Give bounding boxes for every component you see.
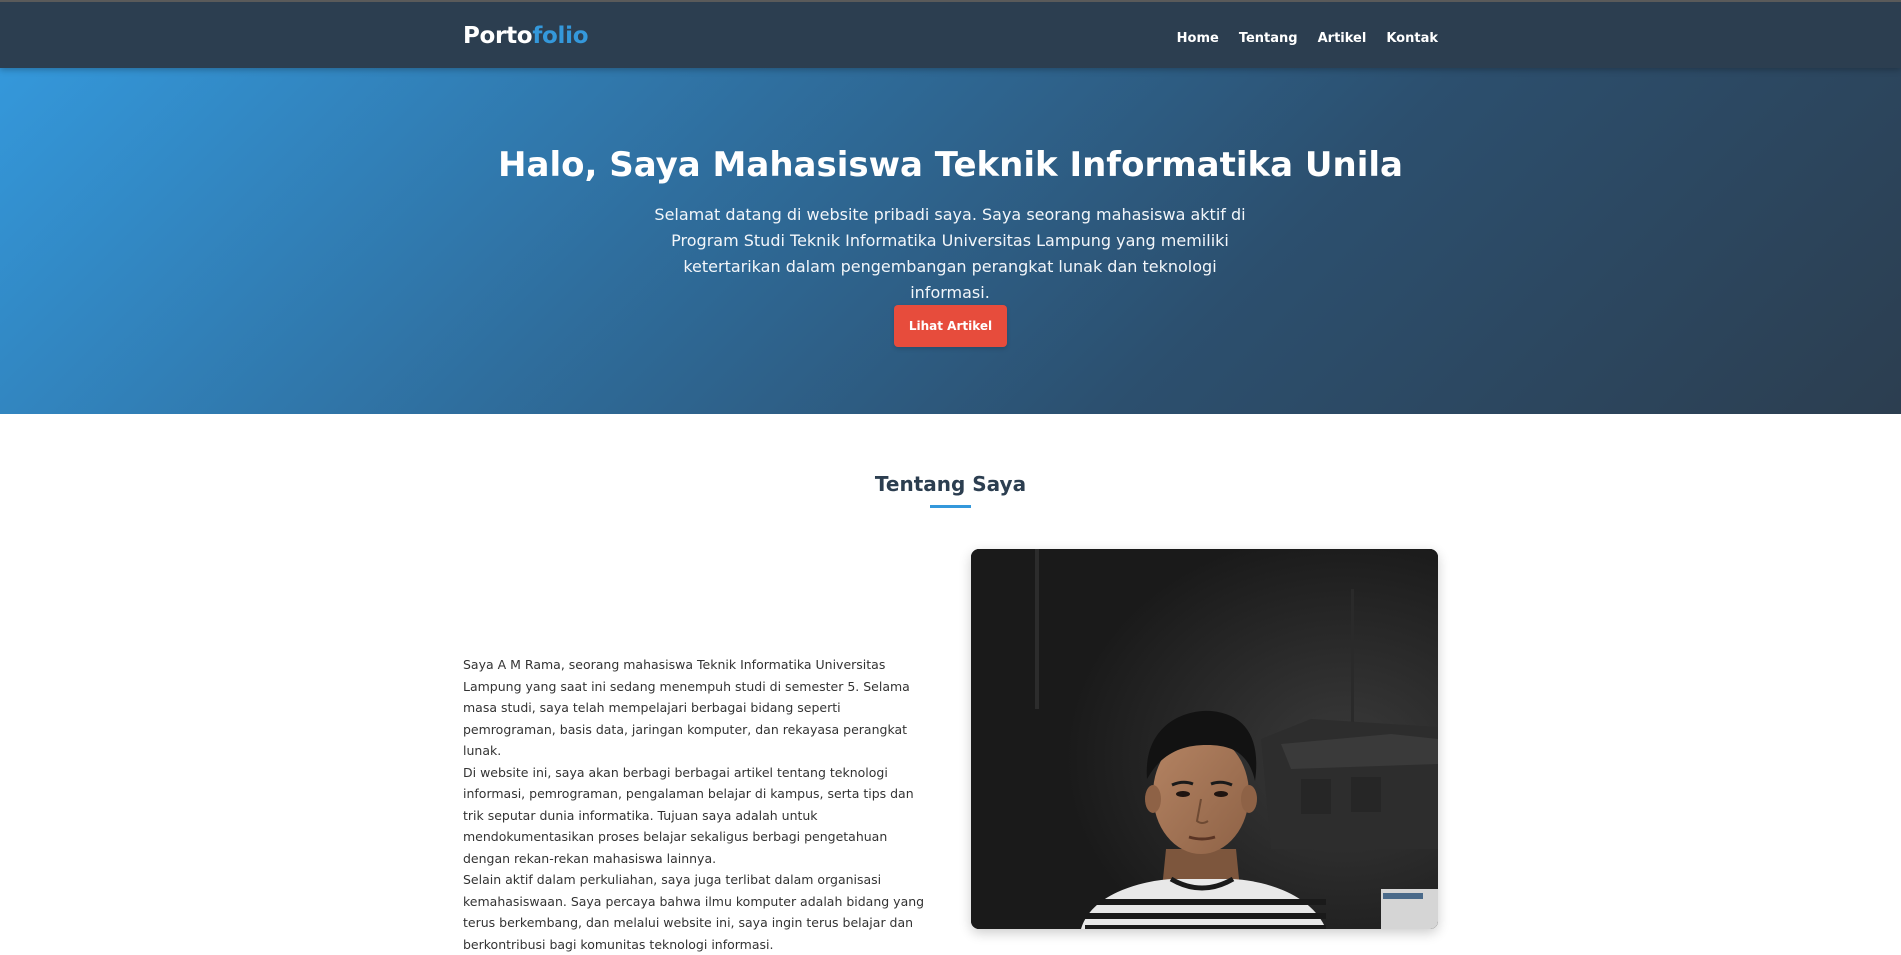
navbar-container: Portofolio Home Tentang Artikel Kontak	[463, 2, 1438, 70]
about-paragraph: Saya A M Rama, seorang mahasiswa Teknik …	[463, 657, 910, 758]
nav-link-home[interactable]: Home	[1177, 31, 1219, 46]
nav-item-artikel: Artikel	[1318, 27, 1367, 46]
hero-subtitle: Selamat datang di website pribadi saya. …	[654, 205, 1246, 302]
about-paragraph: Selain aktif dalam perkuliahan, saya jug…	[463, 872, 925, 952]
navbar: Portofolio Home Tentang Artikel Kontak	[0, 0, 1901, 68]
nav-menu: Home Tentang Artikel Kontak	[1177, 27, 1438, 46]
hero-section: Halo, Saya Mahasiswa Teknik Informatika …	[0, 68, 1901, 414]
nav-link-artikel[interactable]: Artikel	[1318, 31, 1367, 46]
about-title-underline	[930, 505, 971, 508]
profile-photo-illustration	[971, 549, 1438, 929]
nav-link-kontak[interactable]: Kontak	[1386, 31, 1438, 46]
about-paragraph: Di website ini, saya akan berbagi berbag…	[463, 764, 914, 866]
hero-title: Halo, Saya Mahasiswa Teknik Informatika …	[498, 145, 1403, 185]
about-text: Saya A M Rama, seorang mahasiswa Teknik …	[463, 654, 935, 955]
about-title: Tentang Saya	[874, 472, 1027, 496]
view-articles-button[interactable]: Lihat Artikel	[894, 305, 1007, 347]
profile-photo	[971, 549, 1438, 929]
site-logo[interactable]: Portofolio	[463, 23, 589, 49]
nav-item-home: Home	[1177, 27, 1219, 46]
logo-text-primary: Porto	[463, 23, 533, 49]
nav-link-tentang[interactable]: Tentang	[1239, 31, 1298, 46]
logo-text-accent: folio	[532, 23, 589, 49]
nav-item-kontak: Kontak	[1386, 27, 1438, 46]
nav-item-tentang: Tentang	[1239, 27, 1298, 46]
